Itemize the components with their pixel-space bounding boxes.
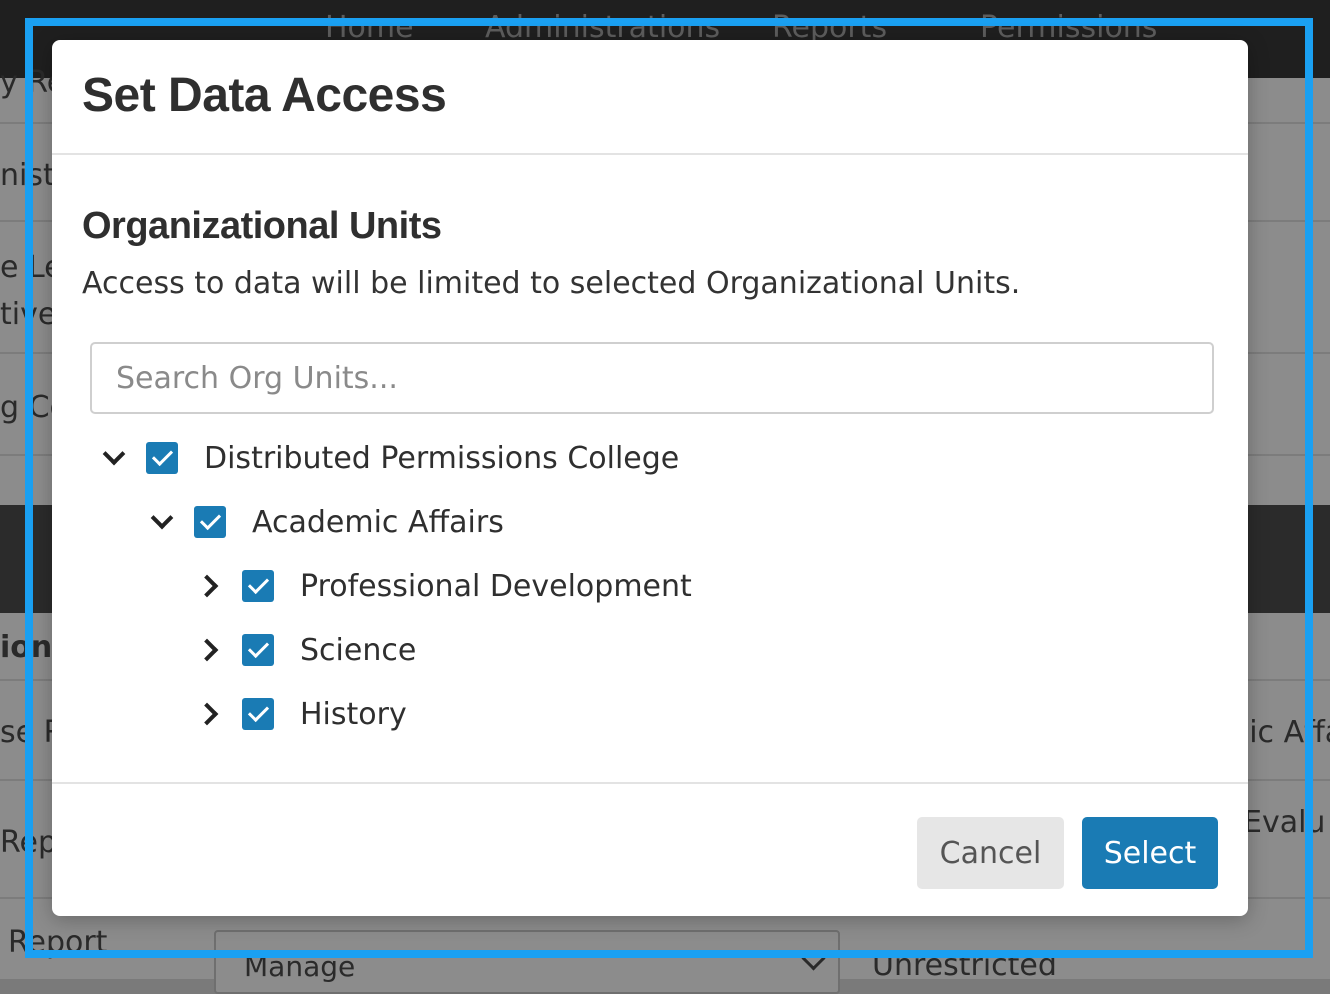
- chevron-right-icon: [195, 702, 219, 726]
- tree-node: Distributed Permissions College: [96, 434, 679, 482]
- chevron-down-icon: [102, 442, 126, 466]
- node-checkbox[interactable]: [194, 506, 226, 538]
- node-label: Science: [300, 632, 417, 668]
- expand-toggle[interactable]: [192, 568, 228, 604]
- node-label: History: [300, 696, 407, 732]
- tree-node: Professional Development: [192, 562, 692, 610]
- cancel-button[interactable]: Cancel: [917, 817, 1064, 889]
- tree-node: Academic Affairs: [144, 498, 504, 546]
- node-label: Distributed Permissions College: [204, 440, 680, 476]
- node-checkbox[interactable]: [242, 570, 274, 602]
- check-icon: [151, 444, 173, 467]
- expand-toggle[interactable]: [96, 440, 132, 476]
- node-checkbox[interactable]: [242, 634, 274, 666]
- section-title: Organizational Units: [82, 205, 442, 247]
- check-icon: [247, 700, 269, 723]
- check-icon: [247, 572, 269, 595]
- expand-toggle[interactable]: [144, 504, 180, 540]
- node-label: Academic Affairs: [252, 504, 504, 540]
- tree-node: Science: [192, 626, 416, 674]
- modal-footer: Cancel Select: [52, 782, 1248, 918]
- set-data-access-modal: Set Data Access Organizational Units Acc…: [52, 40, 1248, 916]
- chevron-right-icon: [195, 574, 219, 598]
- chevron-down-icon: [150, 506, 174, 530]
- check-icon: [247, 636, 269, 659]
- node-checkbox[interactable]: [242, 698, 274, 730]
- chevron-right-icon: [195, 638, 219, 662]
- check-icon: [199, 508, 221, 531]
- modal-header: Set Data Access: [52, 40, 1248, 155]
- expand-toggle[interactable]: [192, 696, 228, 732]
- select-button[interactable]: Select: [1082, 817, 1218, 889]
- node-checkbox[interactable]: [146, 442, 178, 474]
- modal-title: Set Data Access: [82, 69, 447, 122]
- section-description: Access to data will be limited to select…: [82, 266, 1021, 301]
- node-label: Professional Development: [300, 568, 692, 604]
- tree-node: History: [192, 690, 407, 738]
- expand-toggle[interactable]: [192, 632, 228, 668]
- search-org-units-input[interactable]: [90, 342, 1214, 414]
